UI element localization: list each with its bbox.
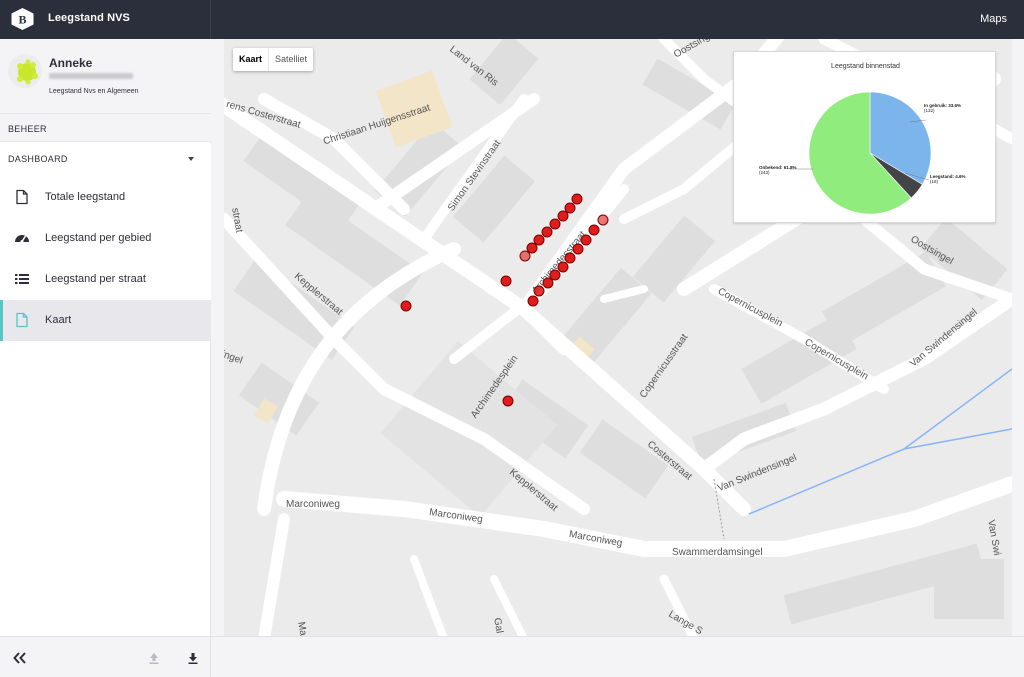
logo-letter: B [18,13,26,27]
app-title: Leegstand NVS [48,12,130,24]
pie-chart [790,91,932,215]
sidebar-item-label: Leegstand per gebied [45,232,152,244]
caret-down-icon [188,157,194,161]
map-marker[interactable] [500,275,512,287]
map-type-satelliet-button[interactable]: Satelliet [268,48,313,71]
map[interactable]: Land van Ris Oostsingel Christiaan Huijg… [224,39,1012,636]
section-beheer-label: BEHEER [8,124,47,134]
map-marker[interactable] [400,300,412,312]
map-marker[interactable] [564,252,576,264]
slice-label-count: (18) [930,179,939,184]
page-title: Maps [980,13,1007,25]
document-icon [16,189,28,205]
section-dashboard-label: DASHBOARD [8,154,68,164]
slice-label-leegstand: Leegstand: 4.6% (18) [930,174,966,184]
map-marker[interactable] [541,226,553,238]
map-marker[interactable] [580,234,592,246]
map-marker[interactable] [588,224,600,236]
user-name: Anneke [49,56,93,70]
list-icon [15,274,29,284]
sidebar-item-label: Kaart [45,314,72,326]
slice-label-onbekend: Onbekend: 61.8% (243) [759,165,797,175]
sidebar-item-kaart[interactable]: Kaart [0,300,211,341]
section-dashboard[interactable]: DASHBOARD [0,143,211,177]
map-marker[interactable] [533,234,545,246]
map-marker[interactable] [572,243,584,255]
document-icon [16,312,28,328]
slice-label-in-gebruik: In gebruik: 33.6% (132) [924,103,961,113]
sidebar-item-leegstand-per-gebied[interactable]: Leegstand per gebied [0,218,211,259]
sidebar-item-label: Totale leegstand [45,191,126,203]
collapse-sidebar-icon[interactable] [13,651,27,665]
user-email-redacted [49,73,133,79]
map-type-control: Kaart Satelliet [233,48,314,71]
map-marker[interactable] [527,295,539,307]
section-beheer[interactable]: BEHEER [0,113,211,142]
sidebar: Anneke Leegstand Nvs en Algemeen BEHEER … [0,39,211,636]
upload-icon[interactable] [147,651,161,665]
bottom-bar [0,636,1024,677]
map-marker[interactable] [597,214,609,226]
map-marker[interactable] [549,218,561,230]
avatar-image [8,54,42,88]
user-organisation: Leegstand Nvs en Algemeen [49,88,139,95]
slice-label-count: (132) [924,108,935,113]
avatar[interactable] [8,54,42,88]
brand[interactable]: B Leegstand NVS [0,0,211,39]
map-marker[interactable] [571,193,583,205]
map-type-kaart-button[interactable]: Kaart [233,48,268,71]
slice-label-count: (243) [759,170,770,175]
top-bar: B Leegstand NVS Maps [0,0,1024,39]
map-marker[interactable] [533,285,545,297]
map-marker[interactable] [557,210,569,222]
map-marker[interactable] [502,395,514,407]
download-icon[interactable] [186,651,200,665]
logo-icon: B [11,8,34,30]
pie-chart-card: Leegstand binnenstad In gebruik: 33.6% (… [733,51,996,223]
map-marker[interactable] [526,242,538,254]
map-marker[interactable] [557,261,569,273]
sidebar-item-label: Leegstand per straat [45,273,146,285]
map-marker[interactable] [519,250,531,262]
sidebar-footer [0,637,211,677]
gauge-icon [15,235,29,243]
map-marker[interactable] [549,269,561,281]
sidebar-item-totale-leegstand[interactable]: Totale leegstand [0,177,211,218]
map-marker[interactable] [564,202,576,214]
sidebar-item-leegstand-per-straat[interactable]: Leegstand per straat [0,259,211,300]
map-marker[interactable] [542,277,554,289]
user-panel: Anneke Leegstand Nvs en Algemeen [0,39,211,113]
